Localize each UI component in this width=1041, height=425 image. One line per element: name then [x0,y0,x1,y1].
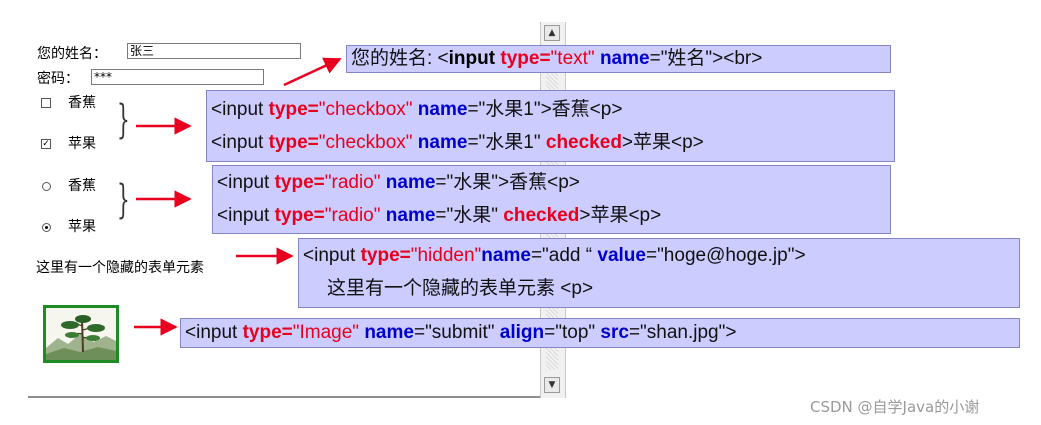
annotation-radio-line-2: <input type="radio" name="水果" checked>苹果… [217,199,890,233]
annotation-hidden: <input type="hidden"name="add “ value="h… [298,238,1020,308]
annotation-checkbox: <input type="checkbox" name="水果1">香蕉<p> … [206,90,895,162]
scroll-up-button[interactable]: ▲ [544,25,560,41]
annotation-text-input: 您的姓名: <input type="text" name="姓名"><br> [346,45,891,73]
code-text: <input [303,245,361,266]
name-label: 您的姓名： [37,46,107,62]
check-mark-icon: ✓ [42,139,50,149]
checkbox-apple[interactable]: ✓ [41,139,51,149]
code-text: ="submit" [413,322,500,343]
radio-apple-label: 苹果 [68,219,96,235]
code-text: ="top" [544,322,601,343]
code-attr-name: name [380,205,436,226]
annotation-checkbox-line-1: <input type="checkbox" name="水果1">香蕉<p> [211,94,894,126]
code-attr-name: name [481,245,531,266]
mountain-pine-image-icon [46,308,116,360]
code-attr-name: name [359,322,414,343]
code-type-value: "text" [550,48,595,69]
code-type-value: "checkbox" [318,132,413,153]
hidden-element-text: 这里有一个隐藏的表单元素 [36,260,204,276]
code-text: ="水果">香蕉<p> [435,172,580,193]
code-tag: input [448,48,496,69]
code-type-value: "Image" [292,322,360,343]
checkbox-group-brace: } [117,97,130,143]
code-attr-type: type= [274,205,325,226]
annotation-image-line: <input type="Image" name="submit" align=… [185,319,1019,347]
code-attr-type: type= [274,172,325,193]
code-text: <input [211,132,269,153]
arrow-up-icon: ▲ [548,28,556,38]
radio-group-brace: } [117,177,130,223]
code-text: <input [211,99,269,120]
arrow-down-icon: ▼ [548,380,556,390]
radio-banana-label: 香蕉 [68,178,96,194]
code-attr-type: type= [360,245,411,266]
code-attr-type: type= [242,322,293,343]
checkbox-banana[interactable] [41,98,51,108]
annotation-hidden-line-1: <input type="hidden"name="add “ value="h… [303,240,1019,272]
code-attr-type: type= [268,99,319,120]
code-text: >苹果<p> [621,132,704,153]
code-attr-name: name [599,48,650,69]
image-submit-button[interactable] [43,305,119,363]
code-text: ="水果1" [467,132,546,153]
annotation-text-input-line: 您的姓名: <input type="text" name="姓名"><br> [351,46,890,72]
annotation-checkbox-line-2: <input type="checkbox" name="水果1" checke… [211,126,894,160]
checkbox-banana-label: 香蕉 [68,95,96,111]
code-type-value: "radio" [324,172,381,193]
code-attr-name: name [380,172,436,193]
code-text: ="姓名"><br> [649,48,763,69]
code-text: ="hoge@hoge.jp"> [645,245,806,266]
code-type-value: "radio" [324,205,381,226]
code-attr-checked: checked [545,132,622,153]
radio-apple[interactable] [42,223,51,232]
radio-selected-dot [45,226,48,229]
code-text: >苹果<p> [579,205,662,226]
code-text: ="水果1">香蕉<p> [467,99,623,120]
code-text: ="水果" [435,205,504,226]
code-attr-checked: checked [503,205,580,226]
password-input[interactable]: *** [91,69,264,85]
code-text: <input [217,205,275,226]
checkbox-apple-label: 苹果 [68,136,96,152]
code-attr-type: type= [268,132,319,153]
code-text: ="shan.jpg"> [628,322,737,343]
code-type-value: "hidden" [410,245,482,266]
watermark: CSDN @自学Java的小谢 [810,398,980,416]
annotation-hidden-line-2: 这里有一个隐藏的表单元素 <p> [327,278,594,299]
code-text: 您的姓名: < [351,48,449,69]
code-attr-type: type= [500,48,551,69]
name-input[interactable]: 张三 [127,43,301,59]
code-text: <input [185,322,243,343]
scroll-down-button[interactable]: ▼ [544,377,560,393]
radio-banana[interactable] [42,182,51,191]
annotation-radio-line-1: <input type="radio" name="水果">香蕉<p> [217,167,890,199]
code-type-value: "checkbox" [318,99,413,120]
code-attr-align: align [499,322,545,343]
code-attr-src: src [600,322,629,343]
code-attr-name: name [412,99,468,120]
code-text: <input [217,172,275,193]
pane-bottom-border [28,396,566,398]
annotation-image: <input type="Image" name="submit" align=… [180,318,1020,348]
code-attr-value: value [597,245,646,266]
annotation-radio: <input type="radio" name="水果">香蕉<p> <inp… [212,165,891,234]
code-attr-name: name [412,132,468,153]
password-label: 密码： [37,71,79,87]
code-text: ="add “ [530,245,598,266]
